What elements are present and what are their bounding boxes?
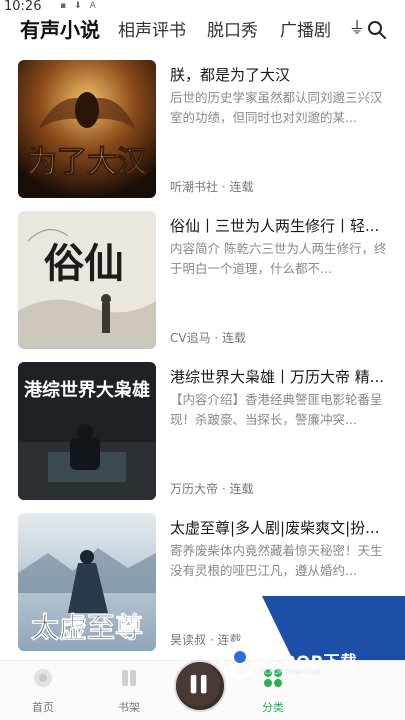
- watermark-logo-icon: [219, 641, 257, 679]
- tab-radio-drama[interactable]: 广播剧: [280, 16, 331, 41]
- book-meta: 万历大帝 · 连载: [170, 482, 254, 496]
- tab-audio-novel[interactable]: 有声小说: [20, 14, 100, 43]
- book-item[interactable]: 为了大汉 朕，都是为了大汉 后世的历史学家虽然都认同刘邈三兴汉室的功绩，但同时也…: [0, 60, 405, 200]
- nav-home[interactable]: 首页: [18, 667, 68, 715]
- watermark-subtext: PCPOP Download: [260, 668, 321, 676]
- book-cover[interactable]: 港综世界大枭雄: [18, 362, 156, 500]
- book-cover[interactable]: 俗仙: [18, 211, 156, 349]
- book-title[interactable]: 朕，都是为了大汉: [170, 64, 388, 85]
- svg-text:为了大汉: 为了大汉: [27, 145, 148, 180]
- book-title[interactable]: 太虚至尊|多人剧|废柴爽文|扮...: [170, 517, 388, 538]
- pause-icon[interactable]: [176, 662, 224, 710]
- book-meta: CV追马 · 连载: [170, 331, 247, 345]
- tab-talk-show[interactable]: 脱口秀: [207, 16, 258, 41]
- svg-text:俗仙: 俗仙: [44, 240, 124, 287]
- book-item[interactable]: 俗仙 俗仙丨三世为人两生修行丨轻... 内容简介 陈乾六三世为人两生修行，终于明…: [0, 211, 405, 351]
- book-description: 寄养废柴体内竟然藏着惊天秘密！天生没有灵根的哑巴江凡，遵从婚约...: [170, 543, 383, 578]
- book-title[interactable]: 港综世界大枭雄丨万历大帝 精...: [170, 366, 388, 387]
- bookshelf-icon: [122, 670, 136, 686]
- nav-home-label: 首页: [32, 701, 54, 714]
- svg-text:港综世界大枭雄: 港综世界大枭雄: [24, 379, 150, 401]
- book-item[interactable]: 港综世界大枭雄 港综世界大枭雄丨万历大帝 精... 【内容介绍】香港经典警匪电影…: [0, 362, 405, 502]
- book-cover[interactable]: 为了大汉: [18, 60, 156, 198]
- book-description: 后世的历史学家虽然都认同刘邈三兴汉室的功绩，但同时也对刘邈的某...: [170, 90, 383, 125]
- book-description: 内容简介 陈乾六三世为人两生修行，终于明白一个道理，什么都不...: [170, 241, 387, 276]
- category-tabs: 有声小说 相声评书 脱口秀 广播剧 ⏚: [0, 10, 405, 46]
- signal-icon: ⏚: [348, 18, 365, 37]
- nav-category-label: 分类: [262, 701, 284, 714]
- book-title[interactable]: 俗仙丨三世为人两生修行丨轻...: [170, 215, 388, 236]
- nav-shelf[interactable]: 书架: [104, 667, 154, 715]
- search-icon[interactable]: [367, 20, 387, 40]
- book-cover[interactable]: 太虚至尊: [18, 513, 156, 651]
- book-description: 【内容介绍】香港经典警匪电影轮番呈现！杀跛豪、当探长，警廉冲突...: [170, 392, 383, 427]
- tab-crosstalk[interactable]: 相声评书: [118, 16, 186, 41]
- home-icon: [34, 669, 52, 687]
- book-meta: 听潮书社 · 连载: [170, 180, 254, 194]
- svg-text:太虚至尊: 太虚至尊: [31, 611, 143, 644]
- nav-shelf-label: 书架: [118, 701, 140, 714]
